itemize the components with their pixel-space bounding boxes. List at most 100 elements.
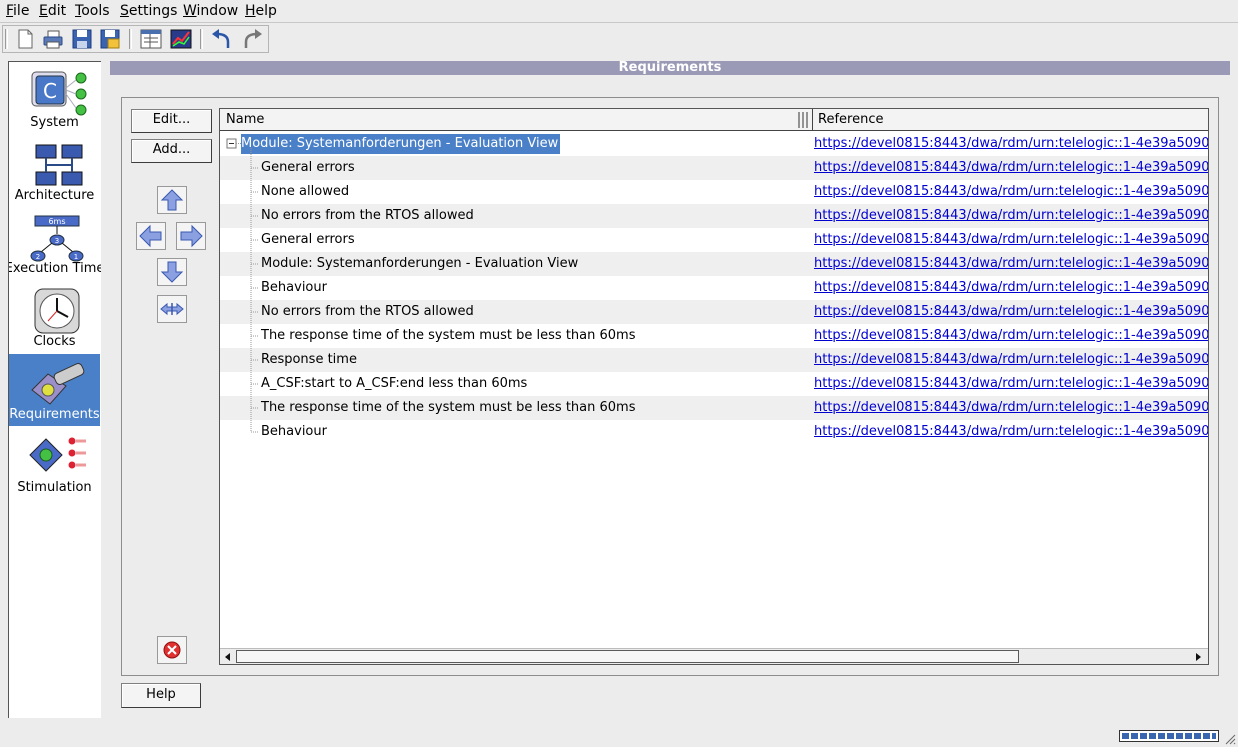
scroll-right-icon[interactable] bbox=[1192, 651, 1204, 663]
arrow-left-icon bbox=[136, 222, 166, 250]
panel-title: Requirements bbox=[110, 61, 1230, 75]
print-icon[interactable] bbox=[41, 28, 65, 50]
help-button[interactable]: Help bbox=[121, 683, 201, 708]
execution-time-icon: 6ms 3 2 1 bbox=[30, 215, 84, 262]
sidebar-item-clocks[interactable]: Clocks bbox=[9, 281, 100, 353]
tree-header: Name Reference bbox=[220, 109, 1208, 131]
table-row[interactable]: The response time of the system must be … bbox=[220, 324, 1208, 348]
sidebar-item-system[interactable]: C System bbox=[9, 62, 100, 134]
menu-file[interactable]: File bbox=[6, 3, 29, 19]
sidebar-item-label: Architecture bbox=[14, 188, 95, 203]
row-name: None allowed bbox=[261, 184, 350, 199]
menu-edit[interactable]: Edit bbox=[39, 3, 66, 19]
tree-lines bbox=[226, 138, 259, 433]
move-right-button[interactable] bbox=[176, 222, 206, 250]
save-icon[interactable] bbox=[70, 28, 94, 50]
sidebar-item-execution-time[interactable]: 6ms 3 2 1 Execution Time bbox=[9, 208, 101, 280]
row-name: Module: Systemanforderungen - Evaluation… bbox=[261, 256, 579, 271]
link-icon bbox=[157, 295, 187, 323]
move-down-button[interactable] bbox=[157, 258, 187, 286]
menu-bar: File Edit Tools Settings Window Help bbox=[0, 0, 1238, 23]
table-row[interactable]: The response time of the system must be … bbox=[220, 396, 1208, 420]
edit-button[interactable]: Edit... bbox=[131, 109, 212, 133]
arrow-down-icon bbox=[157, 258, 187, 286]
row-name: Behaviour bbox=[261, 280, 327, 295]
row-reference-link[interactable]: https://devel0815:8443/dwa/rdm/urn:telel… bbox=[814, 326, 1208, 346]
delete-button[interactable] bbox=[157, 636, 187, 664]
requirements-tree[interactable]: Name Reference Module: Systemanforderung… bbox=[219, 108, 1209, 665]
undo-icon[interactable] bbox=[209, 28, 233, 50]
table-row[interactable]: None allowed https://devel0815:8443/dwa/r… bbox=[220, 180, 1208, 204]
table-row[interactable]: Behaviour https://devel0815:8443/dwa/rdm/… bbox=[220, 276, 1208, 300]
save-as-icon[interactable] bbox=[98, 28, 122, 50]
row-reference-link[interactable]: https://devel0815:8443/dwa/rdm/urn:telel… bbox=[814, 158, 1208, 178]
row-reference-link[interactable]: https://devel0815:8443/dwa/rdm/urn:telel… bbox=[814, 374, 1208, 394]
sidebar-item-label: Stimulation bbox=[17, 480, 92, 495]
properties-icon[interactable] bbox=[139, 28, 163, 50]
progress-meter bbox=[1119, 730, 1219, 742]
chart-icon[interactable] bbox=[169, 28, 193, 50]
row-reference-link[interactable]: https://devel0815:8443/dwa/rdm/urn:telel… bbox=[814, 278, 1208, 298]
horizontal-scrollbar[interactable] bbox=[220, 648, 1208, 664]
row-name: Behaviour bbox=[261, 424, 327, 439]
row-reference-link[interactable]: https://devel0815:8443/dwa/rdm/urn:telel… bbox=[814, 182, 1208, 202]
sidebar-item-requirements[interactable]: Requirements bbox=[9, 354, 100, 426]
row-name: The response time of the system must be … bbox=[261, 400, 636, 415]
row-reference-link[interactable]: https://devel0815:8443/dwa/rdm/urn:telel… bbox=[814, 134, 1208, 154]
link-button[interactable] bbox=[157, 295, 187, 323]
system-icon: C bbox=[31, 71, 87, 116]
table-row[interactable]: No errors from the RTOS allowed https://d… bbox=[220, 204, 1208, 228]
row-reference-link[interactable]: https://devel0815:8443/dwa/rdm/urn:telel… bbox=[814, 230, 1208, 250]
svg-text:2: 2 bbox=[36, 253, 40, 261]
clock-icon bbox=[34, 288, 80, 334]
toolbar bbox=[2, 25, 269, 53]
sidebar-item-label: Requirements bbox=[9, 407, 100, 422]
arrow-up-icon bbox=[157, 186, 187, 214]
new-document-icon[interactable] bbox=[13, 28, 37, 50]
sidebar-item-stimulation[interactable]: Stimulation bbox=[9, 427, 100, 499]
row-reference-link[interactable]: https://devel0815:8443/dwa/rdm/urn:telel… bbox=[814, 398, 1208, 418]
table-row[interactable]: No errors from the RTOS allowed https://d… bbox=[220, 300, 1208, 324]
column-divider bbox=[812, 109, 813, 131]
sidebar-item-architecture[interactable]: Architecture bbox=[9, 135, 100, 207]
requirements-icon bbox=[31, 363, 85, 405]
row-reference-link[interactable]: https://devel0815:8443/dwa/rdm/urn:telel… bbox=[814, 302, 1208, 322]
menu-settings[interactable]: Settings bbox=[120, 3, 177, 19]
row-reference-link[interactable]: https://devel0815:8443/dwa/rdm/urn:telel… bbox=[814, 422, 1208, 442]
table-row[interactable]: Behaviour https://devel0815:8443/dwa/rdm/… bbox=[220, 420, 1208, 444]
add-button[interactable]: Add... bbox=[131, 139, 212, 163]
row-reference-link[interactable]: https://devel0815:8443/dwa/rdm/urn:telel… bbox=[814, 206, 1208, 226]
column-resize-grip[interactable] bbox=[796, 111, 810, 129]
row-name: The response time of the system must be … bbox=[261, 328, 636, 343]
table-row[interactable]: A_CSF:start to A_CSF:end less than 60ms h… bbox=[220, 372, 1208, 396]
table-row[interactable]: Module: Systemanforderungen - Evaluation… bbox=[220, 252, 1208, 276]
row-name: No errors from the RTOS allowed bbox=[261, 208, 474, 223]
row-name: No errors from the RTOS allowed bbox=[261, 304, 474, 319]
menu-window[interactable]: Window bbox=[183, 3, 238, 19]
toolbar-separator bbox=[5, 29, 8, 49]
sidebar-item-label: System bbox=[30, 115, 79, 130]
column-reference[interactable]: Reference bbox=[818, 112, 883, 127]
sidebar-item-label: Clocks bbox=[33, 334, 76, 349]
resize-grip-icon[interactable] bbox=[1224, 733, 1236, 745]
menu-tools[interactable]: Tools bbox=[75, 3, 110, 19]
move-left-button[interactable] bbox=[136, 222, 166, 250]
scroll-left-icon[interactable] bbox=[222, 651, 234, 663]
svg-text:1: 1 bbox=[74, 253, 78, 261]
table-row[interactable]: Response time https://devel0815:8443/dwa/… bbox=[220, 348, 1208, 372]
delete-icon bbox=[157, 636, 187, 664]
row-name: General errors bbox=[261, 160, 355, 175]
scrollbar-thumb[interactable] bbox=[236, 650, 1019, 663]
table-row[interactable]: General errors https://devel0815:8443/dwa… bbox=[220, 228, 1208, 252]
row-reference-link[interactable]: https://devel0815:8443/dwa/rdm/urn:telel… bbox=[814, 254, 1208, 274]
svg-text:3: 3 bbox=[55, 237, 59, 245]
toolbar-separator bbox=[129, 29, 132, 49]
table-row[interactable]: General errors https://devel0815:8443/dwa… bbox=[220, 156, 1208, 180]
table-row[interactable]: Module: Systemanforderungen - Evaluation… bbox=[220, 132, 1208, 156]
move-up-button[interactable] bbox=[157, 186, 187, 214]
row-reference-link[interactable]: https://devel0815:8443/dwa/rdm/urn:telel… bbox=[814, 350, 1208, 370]
redo-icon[interactable] bbox=[241, 28, 265, 50]
menu-help[interactable]: Help bbox=[245, 3, 277, 19]
row-name: Response time bbox=[261, 352, 357, 367]
arrow-right-icon bbox=[176, 222, 206, 250]
